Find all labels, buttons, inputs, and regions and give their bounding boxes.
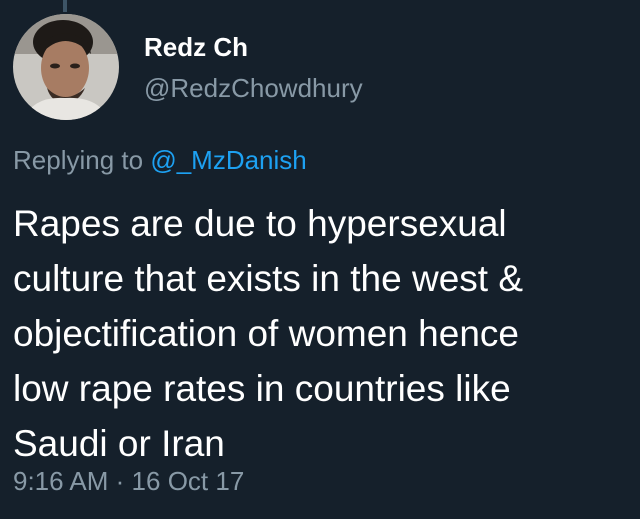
tweet-date: 16 Oct 17 — [131, 466, 245, 496]
thread-connector-line — [63, 0, 67, 12]
tweet-text-line: low rape rates in countries like — [13, 368, 511, 409]
tweet-body: Rapes are due to hypersexual culture tha… — [13, 196, 633, 471]
replying-to-line: Replying to @_MzDanish — [13, 145, 307, 176]
author-display-name[interactable]: Redz Ch — [144, 32, 248, 63]
tweet-text-line: culture that exists in the west & — [13, 258, 524, 299]
tweet-timestamp[interactable]: 9:16 AM · 16 Oct 17 — [13, 466, 244, 497]
author-handle[interactable]: @RedzChowdhury — [144, 73, 363, 104]
tweet-text-line: Saudi or Iran — [13, 423, 225, 464]
avatar-photo — [13, 14, 119, 120]
tweet-text-line: Rapes are due to hypersexual — [13, 203, 507, 244]
tweet-text-line: objectification of women hence — [13, 313, 519, 354]
avatar[interactable] — [13, 14, 119, 120]
tweet-time: 9:16 AM — [13, 466, 109, 496]
meta-separator: · — [115, 466, 125, 496]
replying-to-prefix: Replying to — [13, 145, 144, 175]
replying-to-mention-link[interactable]: @_MzDanish — [150, 145, 306, 175]
